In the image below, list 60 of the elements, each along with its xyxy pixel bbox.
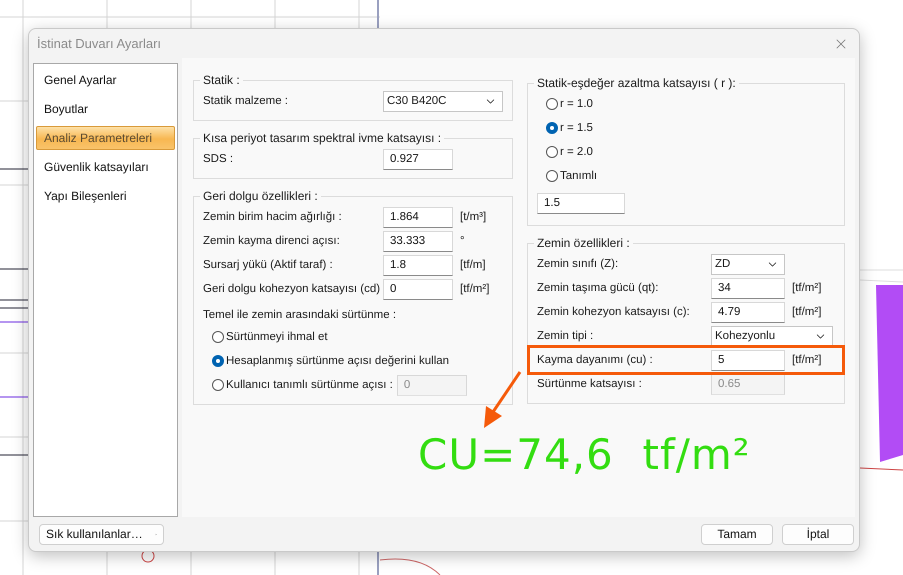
input-field[interactable]: 34 bbox=[711, 278, 785, 298]
unit-label: [tf/m²] bbox=[792, 306, 822, 318]
field-label: SDS : bbox=[203, 153, 234, 165]
dropdown[interactable]: C30 B420C bbox=[383, 90, 503, 112]
input-field[interactable]: 33.333 bbox=[383, 230, 453, 252]
sidebar-item[interactable]: Yapı Bileşenleri bbox=[36, 184, 175, 208]
sidebar-item[interactable]: Genel Ayarlar bbox=[36, 68, 175, 92]
radio-label[interactable]: Hesaplanmış sürtünme açısı değerini kullan bbox=[226, 355, 450, 367]
group-title: Geri dolgu özellikleri : bbox=[202, 189, 319, 203]
unit-label: [t/m³] bbox=[460, 211, 486, 223]
field-label: Zemin taşıma gücü (qt): bbox=[537, 282, 660, 294]
radio-button[interactable] bbox=[546, 98, 558, 110]
radio-label[interactable]: r = 1.0 bbox=[560, 98, 593, 110]
group-title: Statik-eşdeğer azaltma katsayısı ( r ): bbox=[536, 76, 737, 90]
group-title: Zemin özellikleri : bbox=[536, 236, 631, 250]
input-field[interactable]: 0.927 bbox=[383, 148, 453, 170]
unit-label: [tf/m²] bbox=[792, 282, 822, 294]
unit-label: ° bbox=[460, 235, 465, 247]
field-label: Statik malzeme : bbox=[203, 95, 289, 107]
sidebar-item[interactable]: Boyutlar bbox=[36, 97, 175, 121]
handwritten-note: CU=74,6 tf/m² bbox=[418, 430, 751, 479]
radio-button[interactable] bbox=[212, 355, 224, 367]
field-label: Sursarj yükü (Aktif taraf) : bbox=[203, 259, 334, 271]
radio-label[interactable]: r = 2.0 bbox=[560, 146, 593, 158]
annotation-arrow bbox=[484, 371, 522, 428]
field-label: Zemin tipi : bbox=[537, 330, 594, 342]
radio-label[interactable]: r = 1.5 bbox=[560, 122, 593, 134]
field-label: Zemin kayma direnci açısı: bbox=[203, 235, 341, 247]
input-field[interactable]: 1.8 bbox=[383, 254, 453, 276]
unit-label: [tf/m²] bbox=[792, 354, 822, 366]
field-label: Zemin kohezyon katsayısı (c): bbox=[537, 306, 691, 318]
dialog-button[interactable]: İptal bbox=[782, 524, 854, 544]
input-field[interactable]: 1.864 bbox=[383, 206, 453, 228]
section-label: Temel ile zemin arasındaki sürtünme : bbox=[203, 309, 396, 321]
field-label: Zemin sınıfı (Z): bbox=[537, 258, 620, 270]
input-field[interactable]: 5 bbox=[711, 350, 785, 370]
radio-button[interactable] bbox=[546, 146, 558, 158]
sidebar-item[interactable]: Analiz Parametreleri bbox=[36, 126, 175, 150]
field-label: Zemin birim hacim ağırlığı : bbox=[203, 211, 343, 223]
radio-button[interactable] bbox=[546, 170, 558, 182]
radio-label[interactable]: Sürtünmeyi ihmal et bbox=[226, 331, 328, 343]
radio-button[interactable] bbox=[546, 122, 558, 134]
favorites-button[interactable]: Sık kullanılanlar… bbox=[39, 524, 164, 544]
window-title: İstinat Duvarı Ayarları bbox=[37, 36, 162, 51]
dropdown[interactable]: Kohezyonlu bbox=[711, 326, 833, 346]
input-field[interactable]: 1.5 bbox=[537, 192, 625, 214]
group-title: Kısa periyot tasarım spektral ivme katsayısı : bbox=[202, 131, 442, 145]
input-field[interactable]: 0 bbox=[383, 278, 453, 300]
radio-label[interactable]: Tanımlı bbox=[560, 170, 598, 182]
unit-label: [tf/m²] bbox=[460, 283, 490, 295]
group-title: Statik : bbox=[202, 73, 241, 87]
input-field[interactable]: 4.79 bbox=[711, 302, 785, 322]
field-label: Sürtünme katsayısı : bbox=[537, 378, 643, 390]
dialog-button[interactable]: Tamam bbox=[701, 524, 773, 544]
unit-label: [tf/m] bbox=[460, 259, 486, 271]
field-label: Geri dolgu kohezyon katsayısı (cd) bbox=[203, 283, 382, 295]
radio-button[interactable] bbox=[212, 331, 224, 343]
field-label: Kayma dayanımı (cu) : bbox=[537, 354, 654, 366]
sidebar-item[interactable]: Güvenlik katsayıları bbox=[36, 155, 175, 179]
dropdown[interactable]: ZD bbox=[711, 254, 785, 274]
